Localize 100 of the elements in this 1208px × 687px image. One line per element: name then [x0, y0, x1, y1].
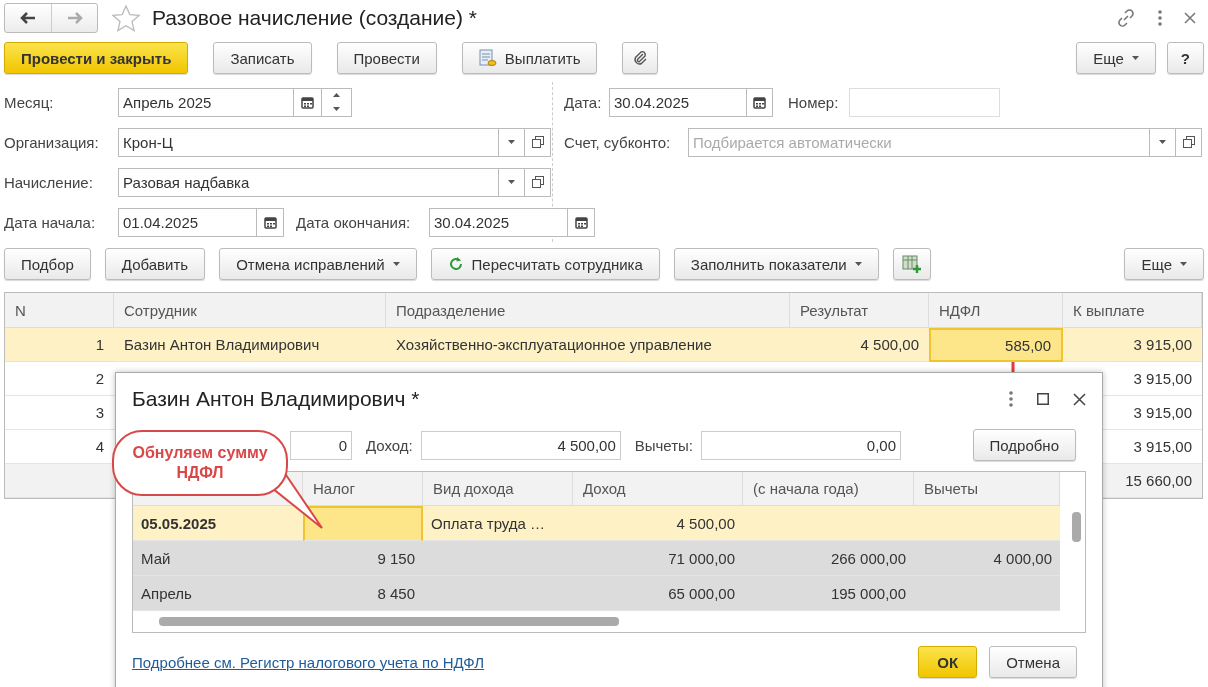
dropdown-button[interactable]: Отмена исправлений — [219, 248, 417, 280]
open-icon — [1182, 136, 1195, 148]
column-header[interactable]: Результат — [790, 293, 929, 328]
column-header[interactable]: Доход — [573, 472, 743, 506]
column-header[interactable]: Налог — [303, 472, 423, 506]
column-header[interactable]: Сотрудник — [114, 293, 386, 328]
column-header[interactable]: К выплате — [1063, 293, 1202, 328]
accrual-field[interactable]: Разовая надбавка — [118, 167, 499, 197]
open-button[interactable] — [1176, 127, 1202, 157]
number-field[interactable] — [849, 87, 1000, 117]
details-button[interactable]: Подробно — [972, 429, 1076, 461]
table-cell: 3 — [5, 396, 114, 430]
recalculate-button[interactable]: Пересчитать сотрудника — [430, 248, 660, 280]
close-icon[interactable] — [1073, 392, 1086, 406]
toolbar-button[interactable]: Записать — [213, 42, 312, 74]
open-button[interactable] — [525, 167, 551, 197]
more-icon[interactable] — [1158, 10, 1162, 26]
toolbar-button[interactable]: Подбор — [4, 248, 91, 280]
more-button[interactable]: Еще — [1076, 42, 1156, 74]
more-icon[interactable] — [1009, 391, 1013, 407]
column-header[interactable]: (с начала года) — [743, 472, 914, 506]
column-header[interactable]: НДФЛ — [929, 293, 1063, 328]
caret-icon — [1159, 140, 1166, 144]
field-label: Счет, субконто: — [564, 133, 672, 151]
table-cell: Май — [133, 541, 303, 576]
calendar-button[interactable] — [294, 87, 322, 117]
more-button[interactable]: Еще — [1124, 248, 1204, 280]
register-link[interactable]: Подробнее см. Регистр налогового учета по НДФЛ — [132, 653, 485, 671]
calendar-icon — [574, 215, 588, 229]
calendar-icon — [753, 95, 766, 109]
table-cell: 9 150 — [303, 541, 423, 576]
table-cell: 4 500,00 — [790, 328, 929, 362]
open-icon — [531, 136, 544, 148]
table-cell: Оплата труда … — [423, 506, 573, 541]
field-label: Дата окончания: — [296, 213, 412, 231]
link-icon[interactable] — [1116, 8, 1136, 28]
close-icon[interactable] — [1184, 12, 1196, 24]
amount-field[interactable]: 4 500,00 — [420, 430, 621, 460]
post-and-close-button[interactable]: Провести и закрыть — [4, 42, 189, 74]
table-cell: 4 500,00 — [573, 506, 743, 541]
calendar-button[interactable] — [257, 207, 284, 237]
caret-icon — [333, 106, 340, 111]
table-cell: 195 000,00 — [743, 576, 914, 611]
account-field[interactable]: Подбирается автоматически — [688, 127, 1150, 157]
caret-icon — [508, 140, 515, 144]
calendar-icon — [301, 95, 314, 109]
caret-icon — [1131, 56, 1139, 60]
open-button[interactable] — [525, 127, 551, 157]
ok-button[interactable]: ОК — [918, 646, 978, 678]
date-field[interactable]: 30.04.2025 — [609, 87, 747, 117]
column-header[interactable]: Подразделение — [386, 293, 790, 328]
dropdown-button[interactable]: Заполнить показатели — [673, 248, 879, 280]
open-icon — [531, 176, 544, 188]
calendar-icon — [263, 215, 277, 229]
field-label: Месяц: — [4, 93, 55, 111]
table-cell: 71 000,00 — [573, 541, 743, 576]
table-cell: Базин Антон Владимирович — [114, 328, 386, 362]
field-label: Начисление: — [4, 173, 94, 191]
organization-field[interactable]: Крон-Ц — [118, 127, 499, 157]
field-label: Доход: — [366, 436, 413, 454]
refresh-icon — [447, 256, 464, 272]
table-cell: 65 000,00 — [573, 576, 743, 611]
start-date-field[interactable]: 01.04.2025 — [118, 207, 257, 237]
field-label: Дата: — [564, 93, 603, 111]
help-button[interactable]: ? — [1166, 42, 1204, 74]
amount-field[interactable]: 0 — [290, 430, 352, 460]
table-cell: Апрель — [133, 576, 303, 611]
calendar-button[interactable] — [747, 87, 773, 117]
month-field[interactable]: Апрель 2025 — [118, 87, 294, 117]
calendar-button[interactable] — [568, 207, 595, 237]
table-cell: 585,00 — [929, 328, 1063, 362]
amount-field[interactable]: 0,00 — [701, 430, 902, 460]
window-title: Разовое начисление (создание) * — [152, 6, 477, 30]
table-cell: Хозяйственно-эксплуатационное управление — [386, 328, 790, 362]
document-coins-icon — [478, 49, 497, 67]
table-cell: 1 — [5, 328, 114, 362]
spin-button[interactable] — [322, 87, 352, 117]
table-cell: 266 000,00 — [743, 541, 914, 576]
paperclip-icon — [632, 50, 649, 66]
maximize-icon[interactable] — [1037, 393, 1049, 405]
column-header[interactable]: Вид дохода — [423, 472, 573, 506]
caret-icon — [854, 262, 862, 266]
attach-button[interactable] — [622, 42, 659, 74]
table-cell: 2 — [5, 362, 114, 396]
end-date-field[interactable]: 30.04.2025 — [429, 207, 568, 237]
table-cell: 05.05.2025 — [133, 506, 303, 541]
add-table-button[interactable] — [892, 248, 931, 280]
up-caret-icon — [333, 93, 340, 98]
cancel-button[interactable]: Отмена — [989, 646, 1077, 678]
forward-arrow-icon — [66, 12, 83, 24]
caret-icon — [1180, 262, 1187, 266]
pay-button[interactable]: Выплатить — [461, 42, 598, 74]
field-label: Дата начала: — [4, 213, 97, 231]
star-icon[interactable] — [112, 4, 140, 32]
column-header[interactable]: N — [5, 293, 114, 328]
table-cell: 3 915,00 — [1063, 328, 1202, 362]
toolbar-button[interactable]: Провести — [336, 42, 437, 74]
toolbar-button[interactable]: Добавить — [104, 248, 206, 280]
field-label: Организация: — [4, 133, 100, 151]
column-header[interactable]: Вычеты — [914, 472, 1060, 506]
